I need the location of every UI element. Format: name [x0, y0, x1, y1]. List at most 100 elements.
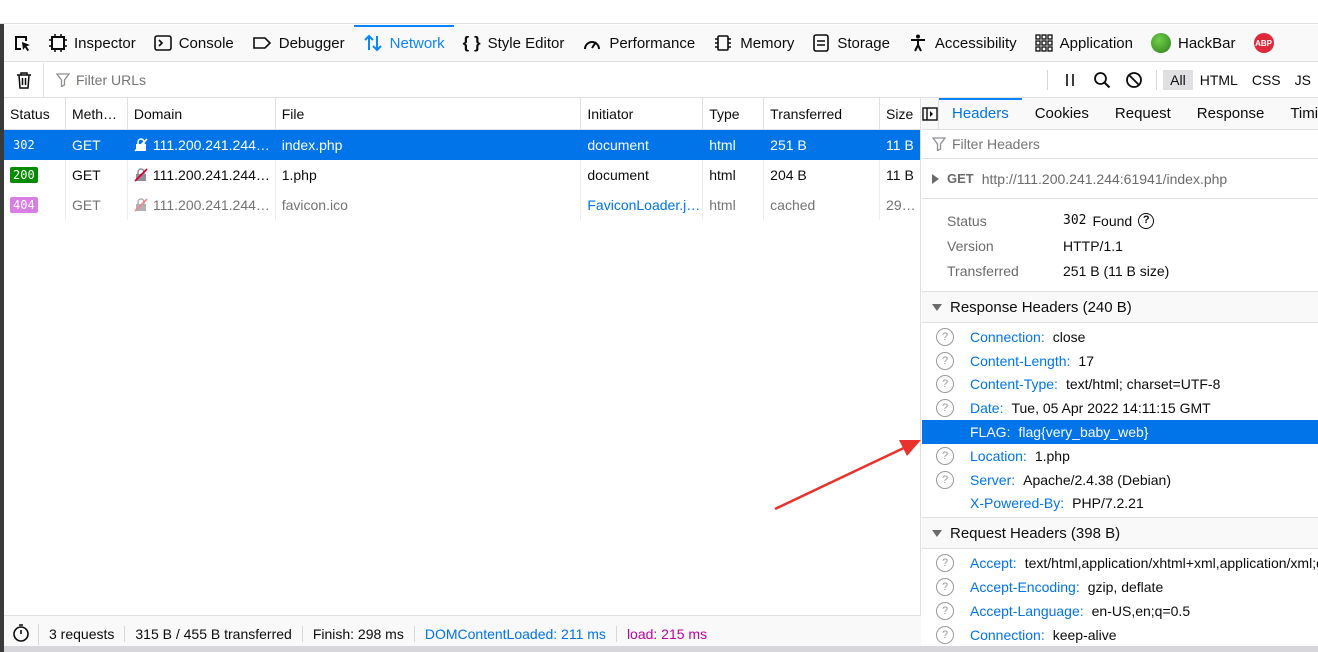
clear-button[interactable]	[4, 63, 44, 97]
column-header-type[interactable]: Type	[703, 98, 765, 129]
header-row[interactable]: ? Connection: close	[922, 325, 1318, 349]
filter-type-html[interactable]: HTML	[1193, 70, 1245, 90]
tab-cookies[interactable]: Cookies	[1022, 98, 1102, 129]
dom-content-loaded-time: DOMContentLoaded: 211 ms	[415, 626, 617, 642]
help-icon[interactable]: ?	[936, 625, 954, 644]
tab-memory[interactable]: Memory	[704, 25, 803, 61]
search-icon	[1094, 72, 1111, 89]
column-header-status[interactable]: Status	[4, 98, 66, 129]
initiator-cell: document	[581, 160, 704, 190]
header-row[interactable]: ? Date: Tue, 05 Apr 2022 14:11:15 GMT	[922, 396, 1318, 420]
search-button[interactable]	[1086, 71, 1118, 89]
response-headers-section[interactable]: Response Headers (240 B)	[922, 292, 1318, 323]
help-icon[interactable]: ?	[936, 554, 954, 573]
header-row[interactable]: ? Accept: text/html,application/xhtml+xml,…	[922, 551, 1318, 575]
column-header-domain[interactable]: Domain	[128, 98, 276, 129]
tab-debugger[interactable]: Debugger	[243, 25, 354, 61]
status-badge: 404	[10, 197, 38, 213]
pause-button[interactable]	[1054, 72, 1086, 88]
method-cell: GET	[66, 160, 128, 190]
header-name: Connection:	[970, 328, 1045, 345]
help-icon[interactable]: ?	[936, 327, 954, 346]
bottom-edge	[4, 646, 1318, 652]
filter-urls	[44, 72, 1041, 88]
tab-timings[interactable]: Timings	[1277, 98, 1318, 129]
header-row[interactable]: ? Connection: keep-alive	[922, 623, 1318, 646]
header-row[interactable]: ? Server: Apache/2.4.38 (Debian)	[922, 468, 1318, 492]
header-row[interactable]: ? Accept-Encoding: gzip, deflate	[922, 575, 1318, 599]
header-row[interactable]: X-Powered-By: PHP/7.2.21	[922, 492, 1318, 516]
tab-style-editor[interactable]: { } Style Editor	[454, 25, 574, 61]
tab-label: Storage	[837, 34, 890, 52]
tab-headers[interactable]: Headers	[939, 98, 1022, 129]
request-details-panel: Headers Cookies Request Response Timings…	[922, 98, 1318, 646]
element-picker-button[interactable]	[4, 25, 40, 61]
method-cell: GET	[66, 190, 128, 220]
request-url-row[interactable]: GET http://111.200.241.244:61941/index.p…	[922, 159, 1318, 199]
tab-inspector[interactable]: Inspector	[40, 25, 145, 61]
file-cell: index.php	[276, 130, 582, 160]
header-name: Date:	[970, 400, 1004, 417]
request-row[interactable]: 200 GET 111.200.241.244… 1.php document …	[4, 160, 920, 190]
header-value: gzip, deflate	[1087, 579, 1164, 596]
tab-storage[interactable]: Storage	[803, 25, 899, 61]
type-cell: html	[703, 190, 765, 220]
help-icon[interactable]: ?	[936, 375, 954, 394]
column-header-transferred[interactable]: Transferred	[764, 98, 881, 129]
filter-urls-input[interactable]	[76, 72, 376, 88]
tab-network[interactable]: Network	[353, 25, 454, 61]
tab-hackbar[interactable]: HackBar	[1142, 25, 1245, 61]
initiator-cell[interactable]: FaviconLoader.j…	[581, 190, 704, 220]
tab-label: Inspector	[74, 34, 136, 52]
summary-status-row: Status 302 Found ?	[947, 208, 1318, 233]
column-header-size[interactable]: Size	[880, 98, 920, 129]
tab-console[interactable]: Console	[145, 25, 243, 61]
tab-accessibility[interactable]: Accessibility	[899, 25, 1026, 61]
tab-performance[interactable]: Performance	[573, 25, 704, 61]
help-icon[interactable]: ?	[1138, 212, 1155, 229]
column-header-method[interactable]: Meth…	[66, 98, 128, 129]
adblock-button[interactable]: ABP	[1245, 25, 1283, 61]
header-row[interactable]: ? Location: 1.php	[922, 444, 1318, 468]
header-name: Accept-Language:	[970, 602, 1084, 619]
toggle-sidebar-button[interactable]	[922, 98, 939, 129]
header-name: FLAG:	[970, 424, 1011, 441]
memory-icon	[715, 35, 732, 51]
style-editor-icon: { }	[462, 33, 481, 52]
help-icon[interactable]: ?	[936, 399, 954, 418]
help-icon[interactable]: ?	[936, 446, 954, 465]
header-row[interactable]: ? Content-Length: 17	[922, 349, 1318, 373]
request-headers-section[interactable]: Request Headers (398 B)	[922, 518, 1318, 550]
filter-headers-input[interactable]	[952, 136, 1252, 152]
performance-analysis-button[interactable]	[4, 623, 39, 645]
request-row[interactable]: 302 GET 111.200.241.244… index.php docum…	[4, 130, 920, 160]
tab-response[interactable]: Response	[1184, 98, 1278, 129]
header-row-flag[interactable]: FLAG: flag{very_baby_web}	[922, 420, 1318, 444]
column-header-initiator[interactable]: Initiator	[581, 98, 704, 129]
tab-request[interactable]: Request	[1102, 98, 1184, 129]
help-icon[interactable]: ?	[936, 578, 954, 597]
header-name: X-Powered-By:	[970, 495, 1065, 512]
insecure-lock-icon	[134, 168, 148, 182]
tab-application[interactable]: Application	[1026, 25, 1142, 61]
filter-type-css[interactable]: CSS	[1245, 70, 1288, 90]
block-button[interactable]	[1118, 71, 1150, 89]
separator	[1156, 70, 1158, 90]
header-row[interactable]: ? Content-Type: text/html; charset=UTF-8	[922, 373, 1318, 397]
request-row[interactable]: 404 GET 111.200.241.244… favicon.ico Fav…	[4, 190, 920, 220]
filter-type-js[interactable]: JS	[1288, 70, 1318, 90]
help-icon[interactable]: ?	[936, 351, 954, 370]
domain-cell: 111.200.241.244…	[128, 160, 276, 190]
help-icon[interactable]: ?	[936, 601, 954, 620]
filter-type-all[interactable]: All	[1163, 70, 1193, 90]
tab-label: Application	[1059, 34, 1133, 52]
help-icon[interactable]: ?	[936, 470, 954, 489]
header-row[interactable]: ? Accept-Language: en-US,en;q=0.5	[922, 599, 1318, 623]
type-cell: html	[703, 160, 765, 190]
tab-label: Accessibility	[934, 34, 1017, 52]
domain-text: 111.200.241.244…	[152, 167, 270, 183]
transferred-cell: 204 B	[764, 160, 881, 190]
column-header-file[interactable]: File	[276, 98, 582, 129]
summary-label: Version	[947, 237, 994, 254]
adblock-icon: ABP	[1253, 33, 1274, 53]
